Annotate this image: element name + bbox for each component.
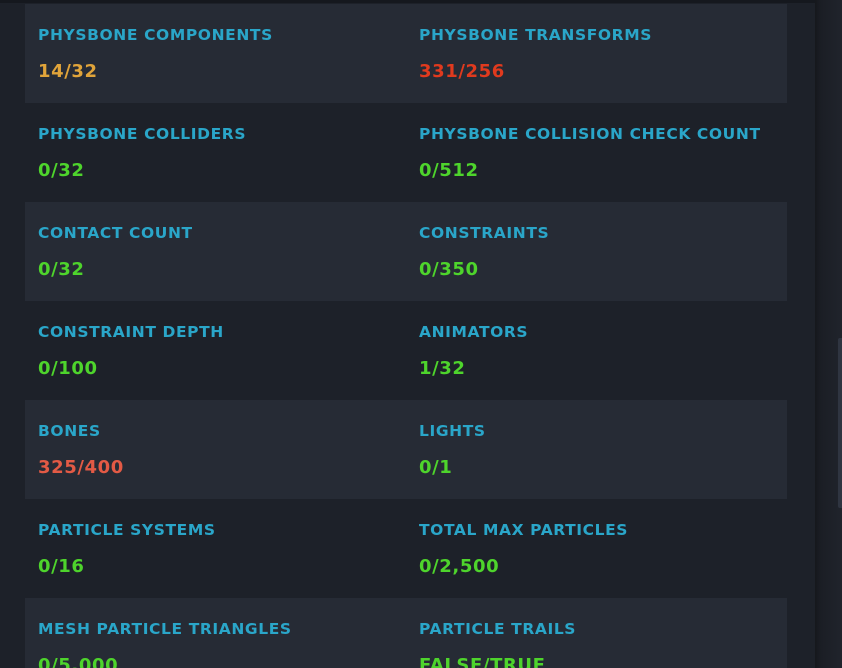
stat-value: 0/2,500 (419, 556, 500, 577)
stat-value: 14/32 (38, 61, 98, 82)
stat-label: CONSTRAINT DEPTH (38, 323, 224, 341)
stat-value: 0/1 (419, 457, 453, 478)
stat-value: 0/512 (419, 160, 479, 181)
scrollbar-thumb[interactable] (838, 338, 842, 508)
stat-label: CONSTRAINTS (419, 224, 550, 242)
stat-label: PARTICLE SYSTEMS (38, 521, 216, 539)
stat-value: 0/16 (38, 556, 85, 577)
stat-value: 0/32 (38, 259, 85, 280)
stat-label: CONTACT COUNT (38, 224, 193, 242)
stat-label: LIGHTS (419, 422, 486, 440)
stat-label: MESH PARTICLE TRIANGLES (38, 620, 292, 638)
stat-value: FALSE/TRUE (419, 655, 546, 668)
stat-label: PARTICLE TRAILS (419, 620, 577, 638)
stats-row: PHYSBONE COLLIDERS 0/32 PHYSBONE COLLISI… (25, 103, 787, 202)
stat-label: ANIMATORS (419, 323, 529, 341)
stats-row: PHYSBONE COMPONENTS 14/32 PHYSBONE TRANS… (25, 4, 787, 103)
stat-value: 0/350 (419, 259, 479, 280)
stat-label: PHYSBONE TRANSFORMS (419, 26, 652, 44)
stats-row: PARTICLE SYSTEMS 0/16 TOTAL MAX PARTICLE… (25, 499, 787, 598)
stat-value: 0/5,000 (38, 655, 119, 668)
stat-value: 1/32 (419, 358, 466, 379)
stats-row: CONSTRAINT DEPTH 0/100 ANIMATORS 1/32 (25, 301, 787, 400)
stat-label: PHYSBONE COMPONENTS (38, 26, 273, 44)
stat-label: BONES (38, 422, 101, 440)
stat-label: PHYSBONE COLLISION CHECK COUNT (419, 125, 761, 143)
stats-row: CONTACT COUNT 0/32 CONSTRAINTS 0/350 (25, 202, 787, 301)
stats-row: BONES 325/400 LIGHTS 0/1 (25, 400, 787, 499)
stat-label: TOTAL MAX PARTICLES (419, 521, 629, 539)
stat-value: 331/256 (419, 61, 505, 82)
panel-side-edge (815, 0, 842, 668)
avatar-performance-stats-panel: PHYSBONE COMPONENTS 14/32 PHYSBONE TRANS… (0, 0, 815, 668)
stat-value: 325/400 (38, 457, 124, 478)
stats-list: PHYSBONE COMPONENTS 14/32 PHYSBONE TRANS… (25, 4, 787, 668)
stats-row: MESH PARTICLE TRIANGLES 0/5,000 PARTICLE… (25, 598, 787, 668)
stat-label: PHYSBONE COLLIDERS (38, 125, 247, 143)
stat-value: 0/100 (38, 358, 98, 379)
stat-value: 0/32 (38, 160, 85, 181)
panel-top-border (0, 0, 815, 3)
